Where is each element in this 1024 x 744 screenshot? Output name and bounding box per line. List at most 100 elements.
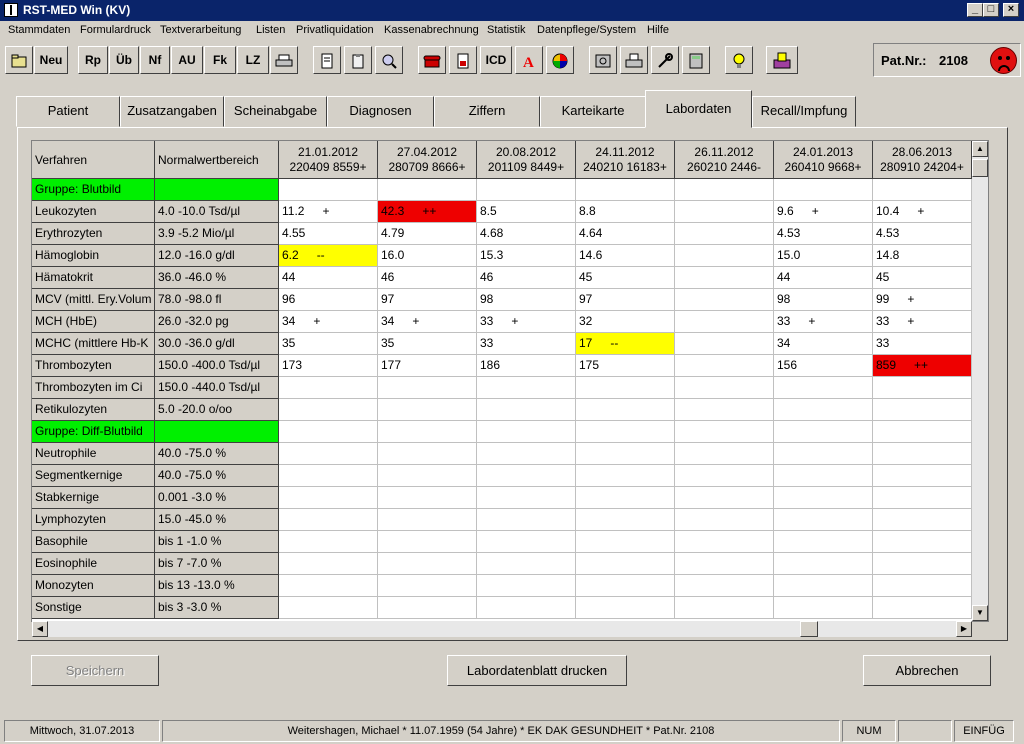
menu-formulardruck[interactable]: Formulardruck: [80, 24, 151, 36]
lab-value-cell[interactable]: 4.55: [279, 223, 378, 245]
lab-value-cell[interactable]: 33: [477, 333, 576, 355]
tab-karteikarte[interactable]: Karteikarte: [540, 96, 646, 127]
row-range[interactable]: 40.0 -75.0 %: [155, 465, 279, 487]
close-button[interactable]: ×: [1003, 3, 1019, 17]
lab-value-cell[interactable]: 34 +: [279, 311, 378, 333]
lab-value-cell[interactable]: [873, 421, 972, 443]
tab-labordaten[interactable]: Labordaten: [645, 90, 752, 128]
row-label[interactable]: Retikulozyten: [32, 399, 155, 421]
lab-value-cell[interactable]: [477, 487, 576, 509]
minimize-button[interactable]: _: [967, 3, 983, 17]
lab-value-cell[interactable]: [378, 553, 477, 575]
header-date-0[interactable]: 21.01.2012 220409 8559+: [279, 141, 378, 179]
lab-value-cell[interactable]: [279, 597, 378, 619]
phone-button[interactable]: [418, 46, 446, 74]
row-range[interactable]: 15.0 -45.0 %: [155, 509, 279, 531]
lab-value-cell[interactable]: 4.53: [774, 223, 873, 245]
lab-value-cell[interactable]: 35: [378, 333, 477, 355]
lab-value-cell[interactable]: [774, 399, 873, 421]
row-label[interactable]: Lymphozyten: [32, 509, 155, 531]
row-label[interactable]: Thrombozyten im Ci: [32, 377, 155, 399]
lab-value-cell[interactable]: [279, 465, 378, 487]
lab-value-cell[interactable]: 46: [477, 267, 576, 289]
horizontal-scrollbar[interactable]: ◀ ▶: [32, 621, 972, 637]
lab-value-cell[interactable]: [279, 377, 378, 399]
row-label[interactable]: Eosinophile: [32, 553, 155, 575]
lab-value-cell[interactable]: [576, 575, 675, 597]
lab-value-cell[interactable]: 14.6: [576, 245, 675, 267]
lab-value-cell[interactable]: [774, 465, 873, 487]
lab-value-cell[interactable]: [675, 465, 774, 487]
scroll-up-button[interactable]: ▲: [972, 141, 988, 157]
ub-button[interactable]: Üb: [109, 46, 139, 74]
lab-value-cell[interactable]: 15.3: [477, 245, 576, 267]
lab-value-cell[interactable]: [675, 245, 774, 267]
maximize-button[interactable]: □: [983, 3, 999, 17]
lab-value-cell[interactable]: 175: [576, 355, 675, 377]
row-label[interactable]: Hämoglobin: [32, 245, 155, 267]
lab-value-cell[interactable]: [675, 597, 774, 619]
lab-value-cell[interactable]: [477, 509, 576, 531]
vertical-scroll-thumb[interactable]: [972, 159, 988, 177]
scroll-right-button[interactable]: ▶: [956, 621, 972, 637]
lab-value-cell[interactable]: 45: [873, 267, 972, 289]
scroll-left-button[interactable]: ◀: [32, 621, 48, 637]
lab-value-cell[interactable]: 97: [576, 289, 675, 311]
lab-value-cell[interactable]: 44: [279, 267, 378, 289]
lab-value-cell[interactable]: [774, 575, 873, 597]
lab-value-cell[interactable]: [675, 421, 774, 443]
print-labsheet-button[interactable]: Labordatenblatt drucken: [447, 655, 627, 686]
row-range[interactable]: bis 1 -1.0 %: [155, 531, 279, 553]
lab-value-cell[interactable]: [873, 487, 972, 509]
lab-value-cell[interactable]: [477, 443, 576, 465]
row-label[interactable]: MCV (mittl. Ery.Volum: [32, 289, 155, 311]
row-label[interactable]: Basophile: [32, 531, 155, 553]
fk-button[interactable]: Fk: [204, 46, 236, 74]
lab-value-cell[interactable]: [378, 465, 477, 487]
lab-value-cell[interactable]: [279, 179, 378, 201]
lab-value-cell[interactable]: 9.6 +: [774, 201, 873, 223]
lab-value-cell[interactable]: [378, 421, 477, 443]
row-range[interactable]: 12.0 -16.0 g/dl: [155, 245, 279, 267]
tab-recall-impfung[interactable]: Recall/Impfung: [752, 96, 856, 127]
lab-value-cell[interactable]: [279, 531, 378, 553]
lab-value-cell[interactable]: 4.53: [873, 223, 972, 245]
row-label[interactable]: Segmentkernige: [32, 465, 155, 487]
search-patient-button[interactable]: [375, 46, 403, 74]
tools-button[interactable]: [651, 46, 679, 74]
row-range[interactable]: 78.0 -98.0 fl: [155, 289, 279, 311]
lab-value-cell[interactable]: [576, 421, 675, 443]
clipboard-button[interactable]: [344, 46, 372, 74]
row-label[interactable]: Stabkernige: [32, 487, 155, 509]
menu-statistik[interactable]: Statistik: [487, 24, 526, 36]
row-range[interactable]: 5.0 -20.0 o/oo: [155, 399, 279, 421]
lab-value-cell[interactable]: 42.3 ++: [378, 201, 477, 223]
lab-value-cell[interactable]: [279, 553, 378, 575]
lab-value-cell[interactable]: [774, 509, 873, 531]
lab-value-cell[interactable]: [873, 399, 972, 421]
au-button[interactable]: AU: [171, 46, 203, 74]
lab-value-cell[interactable]: [675, 575, 774, 597]
exit-button[interactable]: [766, 46, 798, 74]
tab-patient[interactable]: Patient: [16, 96, 120, 127]
lab-value-cell[interactable]: [576, 509, 675, 531]
lab-value-cell[interactable]: [378, 399, 477, 421]
lab-value-cell[interactable]: 34: [774, 333, 873, 355]
lab-value-cell[interactable]: [774, 377, 873, 399]
safe-button[interactable]: [589, 46, 617, 74]
row-label[interactable]: Thrombozyten: [32, 355, 155, 377]
new-button[interactable]: Neu: [34, 46, 68, 74]
lab-value-cell[interactable]: [675, 553, 774, 575]
lab-value-cell[interactable]: 173: [279, 355, 378, 377]
lab-value-cell[interactable]: [279, 509, 378, 531]
header-normalwertbereich[interactable]: Normalwertbereich: [155, 141, 279, 179]
lab-value-cell[interactable]: 33 +: [477, 311, 576, 333]
lab-value-cell[interactable]: [675, 531, 774, 553]
row-label[interactable]: Monozyten: [32, 575, 155, 597]
document-button[interactable]: [313, 46, 341, 74]
lab-value-cell[interactable]: [477, 421, 576, 443]
lab-value-cell[interactable]: 4.79: [378, 223, 477, 245]
calculator-button[interactable]: [682, 46, 710, 74]
header-date-6[interactable]: 28.06.2013 280910 24204+: [873, 141, 972, 179]
lab-value-cell[interactable]: 44: [774, 267, 873, 289]
